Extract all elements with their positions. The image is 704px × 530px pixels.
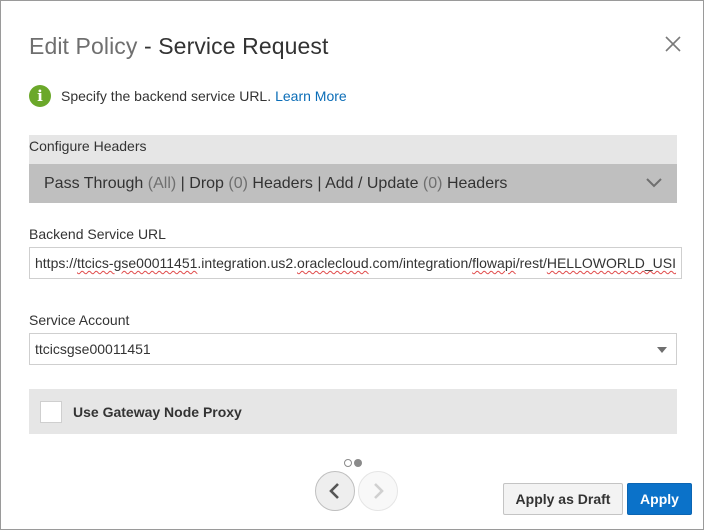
page-indicator: [344, 459, 362, 467]
service-account-value: ttcicsgse00011451: [35, 341, 151, 357]
apply-as-draft-button[interactable]: Apply as Draft: [503, 483, 623, 515]
close-icon: [665, 36, 681, 52]
url-oraclecloud: oraclecloud: [297, 255, 369, 271]
info-text: Specify the backend service URL.: [61, 88, 272, 104]
service-account-select[interactable]: ttcicsgse00011451: [29, 333, 677, 365]
url-flowapi: flowapi: [472, 255, 516, 271]
configure-headers-dropdown[interactable]: Pass Through (All) | Drop (0) Headers | …: [29, 164, 677, 203]
url-path-integration: .com/integration/: [368, 255, 473, 271]
backend-url-label: Backend Service URL: [29, 226, 166, 242]
summary-add-update: Headers | Add / Update: [252, 174, 419, 192]
url-domain: .integration.us2.: [197, 255, 298, 271]
dialog-title-main: Edit Policy: [29, 33, 138, 59]
learn-more-link[interactable]: Learn More: [275, 88, 347, 104]
close-button[interactable]: [663, 34, 683, 54]
dialog-title-separator: -: [137, 33, 159, 59]
dialog-title-sub: Service Request: [158, 33, 329, 59]
summary-drop: | Drop: [180, 174, 224, 192]
service-account-label: Service Account: [29, 312, 130, 328]
backend-url-input[interactable]: https://ttcics-gse00011451.integration.u…: [29, 247, 682, 279]
summary-add-update-count: (0): [422, 174, 443, 192]
info-icon: i: [29, 85, 51, 107]
url-endpoint: HELLOWORLD_USI: [546, 255, 677, 271]
chevron-down-icon: [646, 178, 662, 188]
chevron-right-icon: [374, 483, 384, 499]
edit-policy-dialog: Edit Policy - Service Request i Specify …: [0, 0, 704, 530]
apply-button[interactable]: Apply: [627, 483, 692, 515]
previous-button[interactable]: [315, 471, 355, 511]
gateway-proxy-label: Use Gateway Node Proxy: [73, 403, 242, 420]
page-dot-2[interactable]: [354, 459, 362, 467]
url-host: ttcics-gse00011451: [77, 255, 198, 271]
next-button[interactable]: [358, 471, 398, 511]
summary-headers: Headers: [446, 174, 508, 192]
chevron-left-icon: [329, 483, 339, 499]
page-dot-1[interactable]: [344, 459, 352, 467]
summary-drop-count: (0): [228, 174, 248, 192]
info-message: i Specify the backend service URL. Learn…: [29, 84, 347, 108]
url-path-rest: /rest/: [515, 255, 547, 271]
summary-pass-through: Pass Through: [44, 174, 144, 192]
summary-pass-through-count: (All): [147, 174, 177, 192]
configure-headers-panel: Configure Headers Pass Through (All) | D…: [29, 135, 677, 203]
gateway-proxy-checkbox[interactable]: [40, 400, 62, 423]
gateway-proxy-panel: Use Gateway Node Proxy: [29, 389, 677, 434]
configure-headers-label: Configure Headers: [29, 138, 147, 154]
url-prefix: https://: [35, 255, 78, 271]
headers-summary: Pass Through (All) | Drop (0) Headers | …: [44, 175, 507, 193]
caret-down-icon: [657, 347, 667, 353]
dialog-title: Edit Policy - Service Request: [29, 33, 328, 60]
